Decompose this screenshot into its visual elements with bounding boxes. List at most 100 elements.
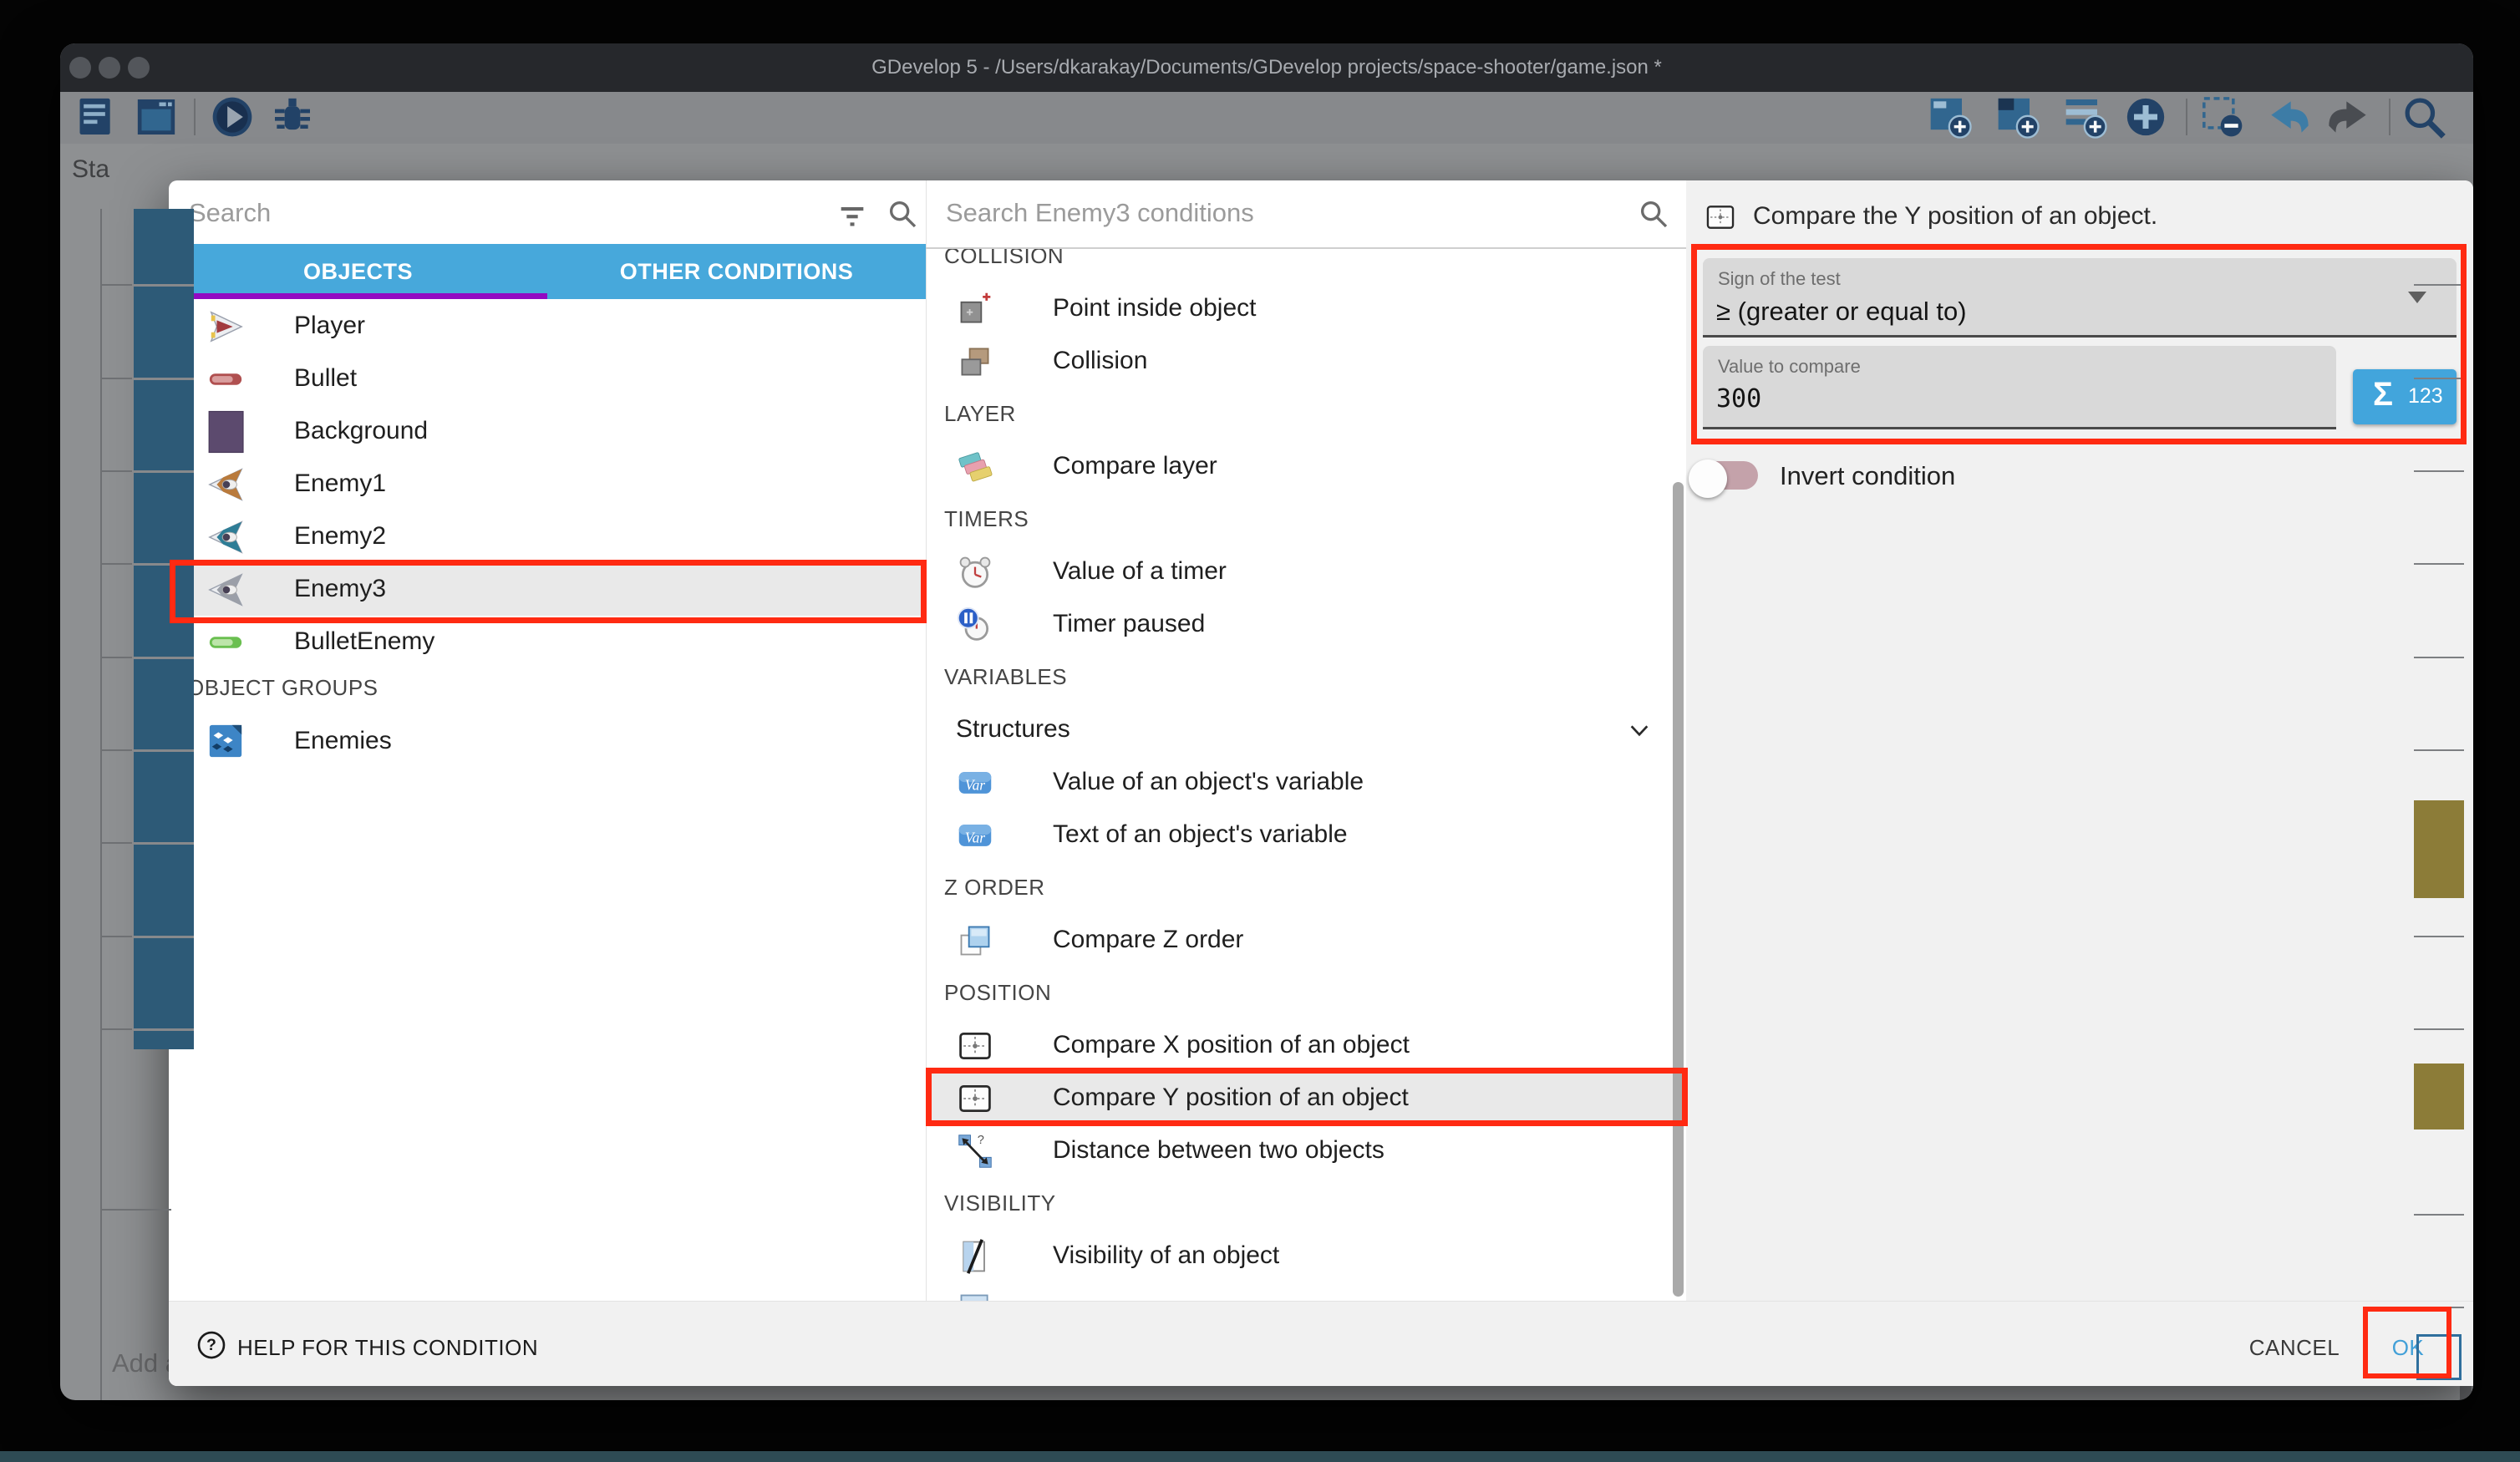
condition-label: Point inside object	[1053, 294, 1257, 322]
condition-row-text-of-an-object-s-variable[interactable]: VarText of an object's variable	[926, 809, 1684, 861]
position-grid-icon	[957, 1080, 993, 1117]
event-row-separator	[2414, 378, 2464, 379]
event-row-separator	[134, 470, 194, 473]
event-row-separator	[134, 378, 194, 380]
event-row-separator	[2414, 749, 2464, 751]
events-tree-tick	[100, 657, 132, 658]
event-row-separator	[134, 842, 194, 845]
event-row-separator	[2414, 470, 2464, 472]
toolbar-add-event[interactable]	[1927, 94, 1974, 140]
toolbar-project-manager[interactable]	[71, 94, 118, 140]
condition-row-compare-y-position-of-an-object[interactable]: Compare Y position of an object	[926, 1072, 1684, 1124]
toolbar-debug[interactable]	[269, 94, 316, 140]
events-tree-line	[100, 209, 102, 1400]
event-row-separator	[2414, 1214, 2464, 1216]
condition-row-distance-between-two-objects[interactable]: ?Distance between two objects	[926, 1124, 1684, 1177]
toolbar-redo[interactable]	[2327, 94, 2374, 140]
filter-icon[interactable]	[836, 197, 869, 234]
condition-list: COLLISION Point inside object Collision LAY…	[926, 249, 1686, 1301]
section-header-variables: VARIABLES	[944, 664, 1067, 690]
position-grid-icon	[957, 1028, 993, 1064]
condition-row-compare-x-position-of-an-object[interactable]: Compare X position of an object	[926, 1019, 1684, 1072]
group-row-enemies[interactable]: Enemies	[169, 715, 926, 768]
invert-condition-label: Invert condition	[1780, 461, 1955, 491]
object-row-enemy2[interactable]: Enemy2	[169, 510, 926, 563]
condition-row-value-of-a-timer[interactable]: Value of a timer	[926, 546, 1684, 598]
object-row-enemy3[interactable]: Enemy3	[169, 563, 926, 616]
tab-objects[interactable]: OBJECTS	[169, 244, 547, 299]
bullet-red-icon	[206, 360, 245, 398]
toolbar-play[interactable]	[209, 94, 256, 140]
event-row-separator	[2414, 563, 2464, 565]
condition-row-timer-paused[interactable]: Timer paused	[926, 598, 1684, 651]
group-label: Structures	[956, 715, 1070, 744]
object-row-enemy1[interactable]: Enemy1	[169, 458, 926, 510]
enemy3-ship-icon	[206, 571, 245, 609]
object-label: Enemy3	[294, 575, 386, 603]
condition-row-compare-layer[interactable]: Compare layer	[926, 440, 1684, 493]
condition-label: Collision	[1053, 347, 1147, 375]
condition-label: Compare Y position of an object	[1053, 1084, 1409, 1112]
condition-row-visibility-of-an-object[interactable]: Visibility of an object	[926, 1230, 1684, 1282]
svg-text:?: ?	[206, 1336, 216, 1354]
condition-row-point-inside-object[interactable]: Point inside object	[926, 282, 1684, 335]
condition-list-scrollbar[interactable]	[1673, 482, 1684, 1297]
condition-editor-dialog: OBJECTS OTHER CONDITIONS Player Bullet Bac…	[169, 180, 2473, 1386]
events-tree-tick	[100, 284, 132, 286]
svg-text:Var: Var	[965, 829, 985, 845]
svg-text:Var: Var	[965, 776, 985, 793]
event-row-separator	[2414, 1307, 2464, 1308]
object-label: Bullet	[294, 364, 357, 393]
collision-icon	[957, 343, 993, 380]
app-window: GDevelop 5 - /Users/dkarakay/Documents/G…	[60, 43, 2473, 1400]
help-link[interactable]: HELP FOR THIS CONDITION	[237, 1335, 538, 1361]
scene-tab-label: Sta	[72, 155, 109, 184]
condition-group-structures[interactable]: Structures	[926, 703, 1684, 756]
toolbar-undo[interactable]	[2263, 94, 2310, 140]
object-row-bullet[interactable]: Bullet	[169, 353, 926, 405]
toolbar-divider	[2186, 99, 2187, 135]
variable-icon: Var	[957, 764, 993, 801]
object-row-bulletenemy[interactable]: BulletEnemy	[169, 616, 926, 668]
z-order-icon	[957, 922, 993, 959]
section-header-layer: LAYER	[944, 401, 1016, 427]
condition-row-value-of-an-object-s-variable[interactable]: VarValue of an object's variable	[926, 756, 1684, 809]
condition-row-collision[interactable]: Collision	[926, 335, 1684, 388]
event-row-separator	[134, 936, 194, 938]
event-row-separator	[134, 284, 194, 287]
object-row-player[interactable]: Player	[169, 300, 926, 353]
dialog-footer: ? HELP FOR THIS CONDITION CANCEL OK	[169, 1301, 2473, 1386]
object-row-background[interactable]: Background	[169, 405, 926, 458]
value-to-compare-field[interactable]: Value to compare 300	[1703, 346, 2336, 429]
event-row-separator	[2414, 936, 2464, 937]
object-search-input[interactable]	[189, 192, 690, 234]
tab-other-conditions[interactable]: OTHER CONDITIONS	[547, 244, 926, 299]
sign-of-test-dropdown[interactable]: Sign of the test ≥ (greater or equal to)	[1703, 258, 2456, 338]
object-groups-header: OBJECT GROUPS	[187, 675, 379, 701]
event-condition-column	[134, 209, 194, 1049]
event-action-block	[2414, 1064, 2464, 1129]
condition-label: Value of a timer	[1053, 557, 1227, 586]
events-tree-tick	[100, 470, 132, 472]
cancel-button[interactable]: CANCEL	[2240, 1335, 2349, 1361]
visibility-icon	[957, 1238, 993, 1275]
section-header-z-order: Z ORDER	[944, 875, 1045, 901]
toolbar-add-circle[interactable]	[2122, 94, 2169, 140]
dropdown-arrow-icon	[2408, 292, 2426, 303]
position-grid-icon	[1705, 201, 1736, 233]
toolbar-search[interactable]	[2401, 94, 2447, 140]
help-icon[interactable]: ?	[196, 1330, 226, 1360]
toolbar-delete-selection[interactable]	[2199, 94, 2246, 140]
main-toolbar	[60, 92, 2473, 144]
toolbar-add-subevent[interactable]	[1994, 94, 2041, 140]
toggle-knob[interactable]	[1689, 459, 1727, 498]
condition-row[interactable]	[926, 1282, 1684, 1301]
chevron-down-icon[interactable]	[1626, 717, 1653, 744]
condition-row-compare-z-order[interactable]: Compare Z order	[926, 914, 1684, 967]
section-header-collision: COLLISION	[944, 249, 1064, 269]
object-list: Player Bullet BackgroundEnemy1Enemy2 Enemy3…	[169, 299, 926, 1301]
toolbar-scene-editor[interactable]	[133, 94, 180, 140]
condition-search-input[interactable]	[946, 192, 1531, 234]
event-row-separator	[134, 1028, 194, 1031]
toolbar-add-comment[interactable]	[2062, 94, 2109, 140]
